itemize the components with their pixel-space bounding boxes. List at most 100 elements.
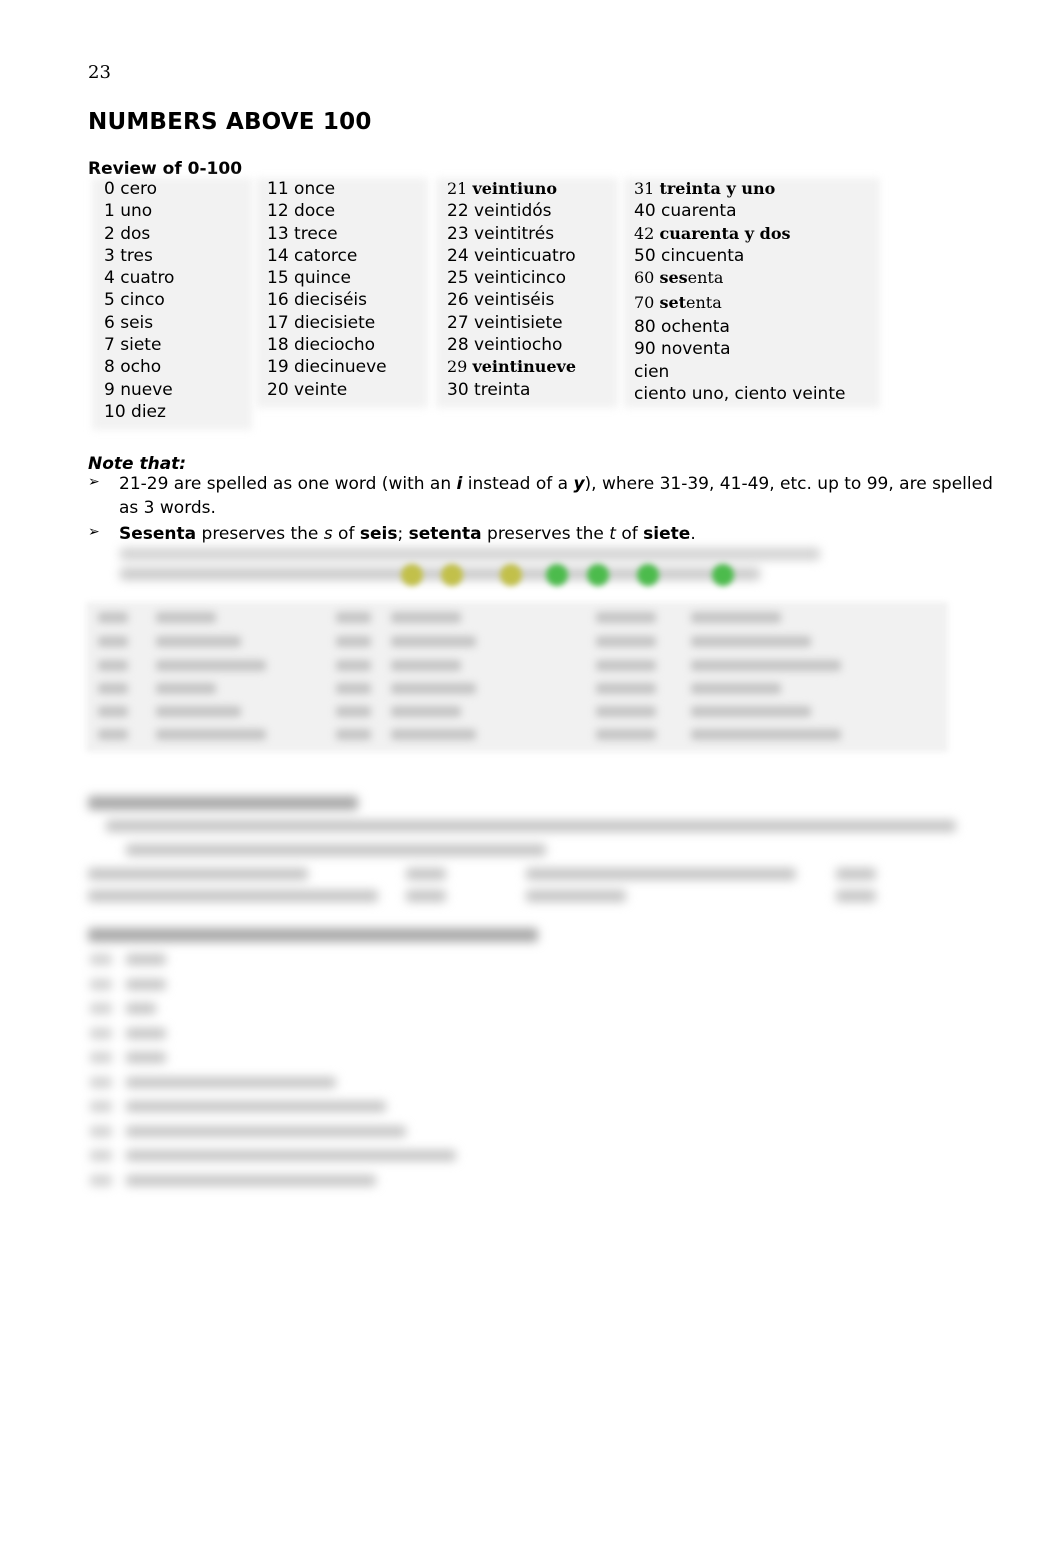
note-emphasis: y — [573, 474, 585, 494]
number-cell: 17 diecisiete — [267, 312, 387, 334]
blurred-line — [336, 612, 371, 623]
blurred-line — [90, 1125, 112, 1137]
blurred-line — [126, 1052, 166, 1063]
blurred-line — [836, 890, 876, 902]
spanish-word: ciento uno, ciento veinte — [634, 384, 846, 405]
number-cell: 90 noventa — [634, 338, 845, 360]
page-number: 23 — [88, 62, 111, 83]
note-list: ➢ 21-29 are spelled as one word (with an… — [88, 472, 1008, 548]
blurred-line — [90, 954, 112, 965]
numeral: 25 — [447, 268, 475, 289]
number-cell: 1 uno — [104, 200, 174, 222]
blurred-line — [391, 683, 476, 694]
blurred-line — [126, 1150, 456, 1161]
spanish-word: catorce — [294, 245, 358, 266]
spanish-word: diez — [131, 401, 166, 422]
number-cell: 40 cuarenta — [634, 200, 845, 222]
spanish-word: cero — [120, 179, 158, 199]
numeral: 19 — [267, 357, 295, 378]
numeral: 16 — [267, 290, 295, 311]
highlight-dot — [546, 564, 568, 586]
blurred-line — [596, 729, 656, 740]
numeral: 4 — [104, 268, 121, 289]
arrow-bullet-icon: ➢ — [88, 474, 100, 490]
blurred-line — [156, 612, 216, 623]
spanish-word: uno — [120, 201, 153, 222]
spanish-word: trece — [294, 223, 338, 244]
spanish-word: veintiséis — [474, 290, 555, 311]
blurred-line — [596, 706, 656, 717]
blurred-line — [98, 683, 128, 694]
word-rest: enta — [687, 268, 724, 288]
blurred-line — [691, 612, 781, 623]
spanish-word: dos — [120, 223, 151, 244]
blurred-line — [90, 1027, 112, 1039]
numeral: 22 — [447, 201, 475, 222]
numeral: 7 — [104, 335, 121, 356]
number-cell: 12 doce — [267, 200, 387, 222]
blurred-line — [126, 1125, 406, 1137]
blurred-line — [526, 890, 626, 902]
blurred-line — [98, 612, 128, 623]
blurred-line — [596, 660, 656, 671]
blurred-line — [98, 636, 128, 647]
spanish-word: veintinueve — [472, 357, 577, 377]
spanish-word: dieciséis — [294, 290, 367, 311]
blurred-line — [336, 683, 371, 694]
blurred-line — [596, 636, 656, 647]
blurred-line — [391, 612, 461, 623]
spanish-word: cinco — [120, 290, 165, 311]
number-cell: 4 cuatro — [104, 267, 174, 289]
number-cell: 25 veinticinco — [447, 267, 576, 289]
note-text: 21-29 are spelled as one word (with an — [119, 474, 457, 494]
blurred-line — [90, 1052, 112, 1063]
note-italic: t — [609, 524, 616, 544]
spanish-word: nueve — [120, 379, 173, 400]
numeral: 90 — [634, 339, 662, 360]
table-column: 31 treinta y uno 40 cuarenta 42 cuarenta y… — [634, 178, 845, 405]
note-text: preserves the — [196, 524, 324, 544]
spanish-word: cien — [634, 361, 670, 382]
number-cell: 24 veinticuatro — [447, 245, 576, 267]
note-text: ; — [397, 524, 409, 544]
blurred-line — [90, 1076, 112, 1088]
blurred-line — [391, 660, 461, 671]
note-text: . — [690, 524, 696, 544]
table-column: 11 once 12 doce 13 trece 14 catorce 15 quinc… — [267, 178, 387, 401]
note-text: instead of a — [462, 474, 574, 494]
blurred-line — [156, 706, 241, 717]
spanish-word: quince — [294, 268, 351, 289]
numeral: 60 — [634, 268, 660, 288]
blurred-line — [836, 868, 876, 880]
blurred-line — [90, 1101, 112, 1112]
blurred-line — [126, 1174, 376, 1186]
numeral: 31 — [634, 179, 660, 198]
number-cell: 2 dos — [104, 223, 174, 245]
blurred-line — [126, 1101, 386, 1112]
note-item: ➢ 21-29 are spelled as one word (with an… — [88, 472, 1008, 520]
highlight-dot — [587, 564, 609, 586]
blurred-line — [90, 1150, 112, 1161]
number-cell: 30 treinta — [447, 379, 576, 401]
numeral: 20 — [267, 379, 295, 400]
number-cell: 22 veintidós — [447, 200, 576, 222]
arrow-bullet-icon: ➢ — [88, 524, 100, 540]
blurred-section — [86, 790, 986, 910]
number-cell: 0 cero — [104, 178, 174, 200]
spanish-word: ochenta — [661, 317, 730, 338]
numeral: 14 — [267, 245, 295, 266]
blurred-line — [691, 729, 841, 740]
number-cell: 19 diecinueve — [267, 356, 387, 378]
numeral: 13 — [267, 223, 295, 244]
blurred-line — [691, 683, 781, 694]
blurred-line — [106, 820, 956, 832]
blurred-line — [596, 612, 656, 623]
numeral: 2 — [104, 223, 121, 244]
spanish-word: ocho — [120, 357, 162, 378]
blurred-line — [596, 683, 656, 694]
blurred-line — [691, 636, 811, 647]
note-italic: s — [323, 524, 333, 544]
number-cell: 31 treinta y uno — [634, 178, 845, 200]
note-heading: Note that: — [88, 454, 187, 474]
spanish-word: veinticinco — [474, 268, 567, 289]
